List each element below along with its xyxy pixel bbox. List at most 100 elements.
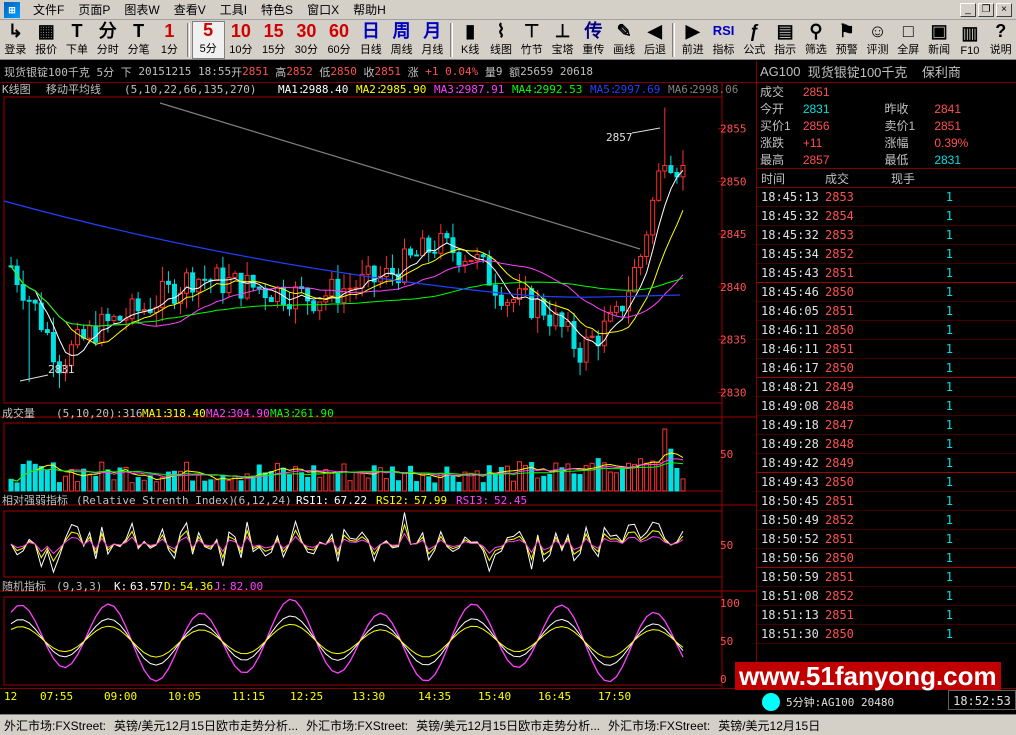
toolbar-button-22[interactable]: RSI 指标 <box>708 21 739 59</box>
minimize-icon[interactable]: _ <box>960 2 976 17</box>
tick-row[interactable]: 18:49:18 2847 1 <box>757 416 1016 435</box>
volume-bar <box>444 466 450 492</box>
kdj-line <box>10 623 684 658</box>
candle-body <box>662 165 668 172</box>
main-chart-indicator: 移动平均线 <box>46 83 101 96</box>
toolbar-button-17[interactable]: ⊥ 宝塔 <box>547 21 578 59</box>
candle-body <box>214 267 220 282</box>
toolbar-label-15: 线图 <box>489 44 512 56</box>
menu-item-7[interactable]: 帮助H <box>346 1 393 18</box>
toolbar-button-3[interactable]: 分分时 <box>92 21 123 59</box>
tick-row[interactable]: 18:49:42 2849 1 <box>757 454 1016 473</box>
toolbar-button-21[interactable]: ▶ 前进 <box>677 21 708 59</box>
ticker-item[interactable]: 外汇市场:FXStreet: <box>302 717 412 734</box>
toolbar-button-18[interactable]: 传重传 <box>578 21 609 59</box>
toolbar-button-19[interactable]: ✎ 画线 <box>609 21 640 59</box>
toolbar-button-27[interactable]: ☺ 评测 <box>862 21 893 59</box>
toolbar-button-9[interactable]: 30 30分 <box>290 21 323 59</box>
tick-row[interactable]: 18:51:30 2850 1 <box>757 625 1016 644</box>
toolbar-button-31[interactable]: ? 说明 <box>985 21 1016 59</box>
toolbar-button-11[interactable]: 日日线 <box>355 21 386 59</box>
tick-row[interactable]: 18:45:13 2853 1 <box>757 188 1016 207</box>
tick-row[interactable]: 18:49:43 2850 1 <box>757 473 1016 492</box>
menu-item-0[interactable]: 文件F <box>26 1 71 18</box>
tick-row[interactable]: 18:50:52 2851 1 <box>757 530 1016 549</box>
ticker-item[interactable]: 外汇市场:FXStreet: <box>0 717 110 734</box>
tick-row[interactable]: 18:50:45 2851 1 <box>757 492 1016 511</box>
toolbar-button-6[interactable]: 5 5分 <box>191 20 225 59</box>
menu-item-2[interactable]: 图表W <box>117 1 166 18</box>
toolbar-button-1[interactable]: ▦ 报价 <box>31 21 62 59</box>
kdj-label: K: <box>114 580 127 593</box>
tick-row[interactable]: 18:45:43 2851 1 <box>757 264 1016 283</box>
tick-row[interactable]: 18:49:08 2848 1 <box>757 397 1016 416</box>
ma-line-5 <box>10 169 684 357</box>
candle-body <box>632 266 638 293</box>
tick-row[interactable]: 18:51:08 2852 1 <box>757 587 1016 606</box>
menu-bar: ⊞ 文件F 页面P 图表W 查看V 工具I 特色S 窗口X 帮助H _ ❐ × <box>0 0 1016 20</box>
price-tick-label: 2845 <box>720 228 747 241</box>
tick-qty: 1 <box>945 323 953 337</box>
menu-item-6[interactable]: 窗口X <box>300 1 346 18</box>
tick-row[interactable]: 18:45:46 2850 1 <box>757 283 1016 302</box>
tick-row[interactable]: 18:50:56 2850 1 <box>757 549 1016 568</box>
toolbar-button-14[interactable]: ▮ K线 <box>455 21 486 59</box>
tick-row[interactable]: 18:49:28 2848 1 <box>757 435 1016 454</box>
tick-row[interactable]: 18:45:34 2852 1 <box>757 245 1016 264</box>
low-value: 2850 <box>330 65 357 78</box>
toolbar-button-8[interactable]: 15 15分 <box>257 21 290 59</box>
tick-qty: 1 <box>945 513 953 527</box>
vol-value: 9 <box>495 65 503 78</box>
toolbar-button-30[interactable]: ▥ F10 <box>955 21 986 59</box>
toolbar-button-25[interactable]: ⚲ 筛选 <box>801 21 832 59</box>
toolbar-button-26[interactable]: ⚑ 预警 <box>831 21 862 59</box>
toolbar-button-7[interactable]: 10 10分 <box>225 21 258 59</box>
tick-row[interactable]: 18:46:11 2851 1 <box>757 340 1016 359</box>
toolbar-button-10[interactable]: 60 60分 <box>323 21 356 59</box>
toolbar-button-4[interactable]: T 分笔 <box>123 21 154 59</box>
ma-line-135 <box>3 200 681 298</box>
tick-row[interactable]: 18:45:32 2853 1 <box>757 226 1016 245</box>
toolbar-button-5[interactable]: 1 1分 <box>154 21 185 59</box>
status-dot-icon <box>762 693 780 711</box>
tick-row[interactable]: 18:46:17 2850 1 <box>757 359 1016 378</box>
tick-row[interactable]: 18:48:21 2849 1 <box>757 378 1016 397</box>
tick-row[interactable]: 18:51:13 2851 1 <box>757 606 1016 625</box>
toolbar-button-12[interactable]: 周周线 <box>386 21 417 59</box>
toolbar-button-23[interactable]: ƒ 公式 <box>739 21 770 59</box>
price-tick-label: 2835 <box>720 334 747 347</box>
toolbar-button-2[interactable]: T 下单 <box>62 21 93 59</box>
toolbar-button-29[interactable]: ▣ 新闻 <box>924 21 955 59</box>
tick-row[interactable]: 18:45:32 2854 1 <box>757 207 1016 226</box>
toolbar-button-20[interactable]: ◀ 后退 <box>640 21 671 59</box>
menu-list: 文件F 页面P 图表W 查看V 工具I 特色S 窗口X 帮助H <box>26 1 393 18</box>
toolbar-button-13[interactable]: 月月线 <box>417 21 448 59</box>
toolbar-button-0[interactable]: ↳ 登录 <box>0 21 31 59</box>
kdj-tick-label: 0 <box>720 673 727 686</box>
toolbar-button-15[interactable]: ⌇ 线图 <box>486 21 517 59</box>
candle-body <box>468 260 474 263</box>
toolbar-button-16[interactable]: ⊤ 竹节 <box>516 21 547 59</box>
tick-price: 2851 <box>825 266 854 280</box>
tick-row[interactable]: 18:50:59 2851 1 <box>757 568 1016 587</box>
ticker-item[interactable]: 英镑/美元12月15日 <box>714 717 824 734</box>
menu-item-1[interactable]: 页面P <box>71 1 117 18</box>
toolbar-button-28[interactable]: □ 全屏 <box>893 21 924 59</box>
tick-list[interactable]: 18:45:13 2853 1 18:45:32 2854 1 18:45:32 2853 1 1… <box>757 188 1016 644</box>
candle-body <box>99 313 105 343</box>
tick-row[interactable]: 18:50:49 2852 1 <box>757 511 1016 530</box>
menu-item-4[interactable]: 工具I <box>213 1 254 18</box>
ticker-item[interactable]: 英镑/美元12月15日欧市走势分析... <box>110 717 302 734</box>
volume-bar <box>286 474 292 492</box>
ticker-item[interactable]: 英镑/美元12月15日欧市走势分析... <box>412 717 604 734</box>
ticker-item[interactable]: 外汇市场:FXStreet: <box>604 717 714 734</box>
menu-item-3[interactable]: 查看V <box>167 1 213 18</box>
tick-row[interactable]: 18:46:11 2850 1 <box>757 321 1016 340</box>
tick-row[interactable]: 18:46:05 2851 1 <box>757 302 1016 321</box>
chart-area[interactable]: K线图 移动平均线 (5,10,22,66,135,270) MA1:2988.40 M… <box>0 83 756 688</box>
restore-icon[interactable]: ❐ <box>978 2 994 17</box>
close-icon[interactable]: × <box>996 2 1012 17</box>
menu-item-5[interactable]: 特色S <box>254 1 300 18</box>
news-ticker[interactable]: 外汇市场:FXStreet: 英镑/美元12月15日欧市走势分析... 外汇市场:F… <box>0 714 1016 735</box>
toolbar-button-24[interactable]: ▤ 指示 <box>770 21 801 59</box>
